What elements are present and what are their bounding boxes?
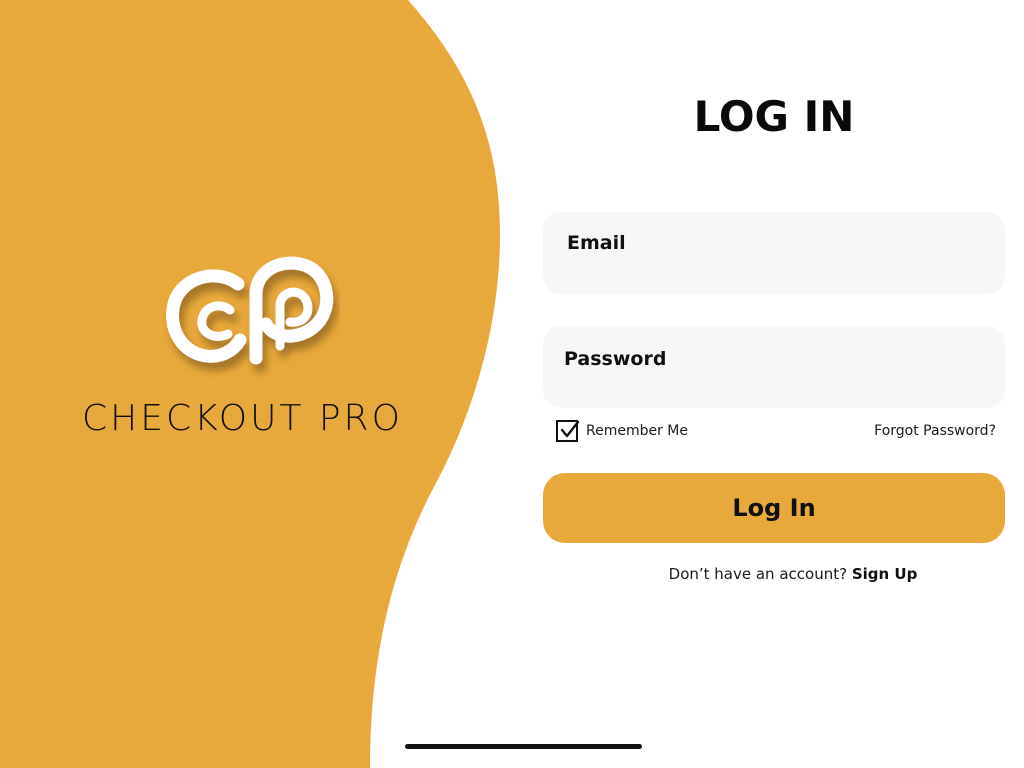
home-indicator <box>405 744 642 749</box>
checkmark-icon <box>560 420 580 438</box>
password-field[interactable]: Password <box>543 326 1005 408</box>
remember-me-toggle[interactable]: Remember Me <box>556 420 688 442</box>
signup-prompt: Don’t have an account? Sign Up <box>543 565 1024 583</box>
signup-link[interactable]: Sign Up <box>852 565 918 583</box>
remember-me-checkbox[interactable] <box>556 420 580 442</box>
email-input[interactable] <box>565 260 983 284</box>
login-screen: CHECKOUT PRO LOG IN Email Password Remem… <box>0 0 1024 768</box>
email-field[interactable]: Email <box>543 212 1005 294</box>
page-title: LOG IN <box>693 92 855 141</box>
forgot-password-link[interactable]: Forgot Password? <box>874 423 996 439</box>
signup-prompt-text: Don’t have an account? <box>668 565 848 583</box>
email-label: Email <box>567 232 626 254</box>
password-input[interactable] <box>565 374 983 398</box>
login-options-row: Remember Me Forgot Password? <box>556 420 996 446</box>
login-button[interactable]: Log In <box>543 473 1005 543</box>
brand-name: CHECKOUT PRO <box>82 398 403 439</box>
password-label: Password <box>564 348 667 370</box>
cp-monogram-logo-icon <box>166 256 334 365</box>
remember-me-label: Remember Me <box>586 423 688 439</box>
